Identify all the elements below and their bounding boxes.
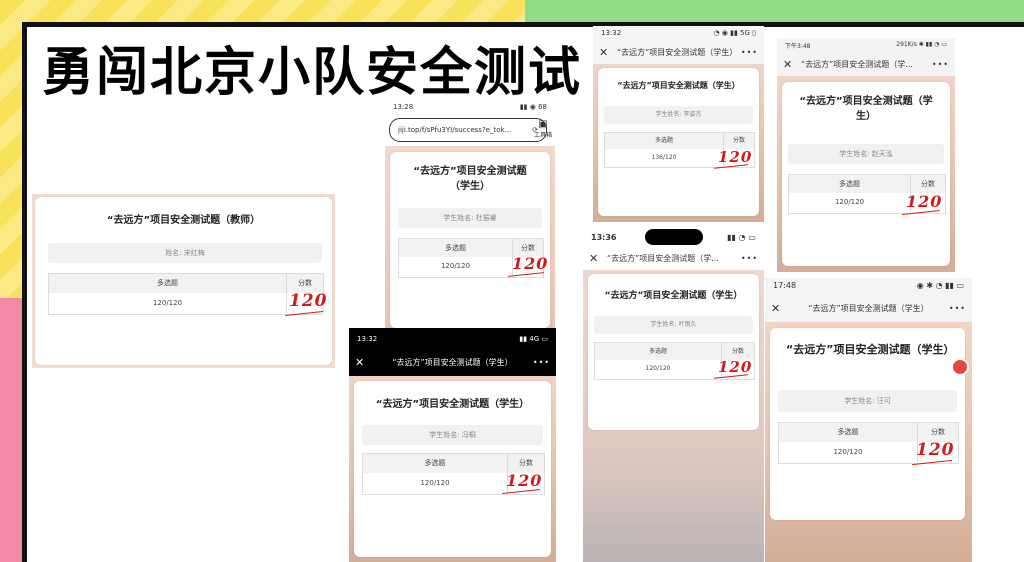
status-bar: 13:32 ▮▮ 4G ▭ <box>349 332 556 352</box>
row-value: 120/120 <box>833 448 863 456</box>
pink-band <box>0 298 22 562</box>
nav-bar: ✕ “去远方”项目安全测试题（学... ••• <box>583 248 764 268</box>
close-icon[interactable]: ✕ <box>783 58 801 71</box>
green-band <box>525 0 1024 22</box>
card-title: “去远方”项目安全测试题（学生） <box>375 399 530 410</box>
handwritten-score: 120 <box>916 440 955 460</box>
col-multi-header: 多选题 <box>839 180 860 188</box>
handwritten-score: 120 <box>506 471 543 490</box>
status-bar: 13:28 ▮▮ ◉ 68 <box>385 100 555 120</box>
row-value: 120/120 <box>440 262 471 270</box>
card-title: “去远方”项目安全测试题（教师） <box>106 215 261 226</box>
nav-bar: ✕ “去远方”项目安全测试题（学生） ••• <box>349 352 556 372</box>
status-time: 下午3:48 <box>785 43 811 50</box>
result-card: “去远方”项目安全测试题（学生） 学生姓名: 杜振睿 多选题 分数 120/12… <box>390 152 550 328</box>
col-multi-header: 多选题 <box>445 244 466 252</box>
url-bar[interactable]: jiji.top/f/sPfu3YI/success?e_tok... ⟳ <box>389 118 547 142</box>
name-field: 学生姓名: 赵天泓 <box>788 144 944 164</box>
card-title: “去远方”项目安全测试题（学生） <box>617 81 740 90</box>
status-icons: 291K/s ✱ ▮▮ ◔ ▭ <box>896 41 947 48</box>
card-title: “去远方”项目安全测试题（学生） <box>799 96 933 122</box>
close-icon[interactable]: ✕ <box>589 252 607 265</box>
screenshot-student-5: 下午3:48 291K/s ✱ ▮▮ ◔ ▭ ✕ “去远方”项目安全测试题（学.… <box>777 38 955 272</box>
name-field: 姓名: 宋红梅 <box>48 243 322 263</box>
status-time: 13:28 <box>393 103 414 111</box>
row-value: 120/120 <box>645 365 671 372</box>
dynamic-island <box>645 229 703 245</box>
col-multi-header: 多选题 <box>654 137 673 144</box>
more-icon[interactable]: ••• <box>740 254 758 263</box>
close-icon[interactable]: ✕ <box>771 302 789 315</box>
status-time: 13:32 <box>601 29 622 37</box>
row-value: 120/120 <box>152 299 183 307</box>
card-title: “去远方”项目安全测试题（学生） <box>413 166 527 192</box>
screenshot-student-2: 13:32 ▮▮ 4G ▭ ✕ “去远方”项目安全测试题（学生） ••• “去远… <box>349 328 556 562</box>
nav-bar: ✕ “去远方”项目安全测试题（学生） ••• <box>765 298 972 318</box>
col-score-header: 分数 <box>910 175 945 193</box>
name-field: 学生姓名: 杜振睿 <box>398 208 542 228</box>
url-text: jiji.top/f/sPfu3YI/success?e_tok... <box>398 126 512 134</box>
nav-title: “去远方”项目安全测试题（学生） <box>392 357 513 367</box>
nav-title: “去远方”项目安全测试题（学... <box>801 59 913 69</box>
name-field: 学生姓名: 李姿杰 <box>604 106 753 124</box>
status-time: 13:32 <box>357 335 378 343</box>
name-field: 学生姓名: 叶雨久 <box>594 316 753 334</box>
screenshot-student-3: 13:32 ◔ ◉ ▮▮ 5G ▯ ✕ “去远方”项目安全测试题（学生） •••… <box>593 26 764 222</box>
status-icons: ▮▮ ◔ ▭ <box>727 233 756 242</box>
close-icon[interactable]: ✕ <box>599 46 617 59</box>
screenshot-student-4: 13:36 ▮▮ ◔ ▭ ✕ “去远方”项目安全测试题（学... ••• “去远… <box>583 226 764 562</box>
handwritten-score: 120 <box>906 192 943 211</box>
status-time: 13:36 <box>591 233 617 242</box>
nav-title: “去远方”项目安全测试题（学... <box>607 253 719 263</box>
row-value: 120/120 <box>420 479 450 487</box>
col-multi-header: 多选题 <box>648 348 667 355</box>
col-multi-header: 多选题 <box>424 459 446 467</box>
score-table: 多选题 分数 120/120 <box>48 273 324 315</box>
row-value: 136/120 <box>651 154 677 161</box>
handwritten-score: 120 <box>512 254 549 273</box>
name-field: 学生姓名: 汪可 <box>778 390 957 412</box>
screenshot-teacher: “去远方”项目安全测试题（教师） 姓名: 宋红梅 多选题 分数 120/120 … <box>32 194 335 368</box>
row-value: 120/120 <box>834 198 865 206</box>
status-icons: ◉ ✱ ◔ ▮▮ ▭ <box>916 281 964 290</box>
toolbox-button[interactable]: ▣ 工具箱 <box>533 119 553 139</box>
result-card: “去远方”项目安全测试题（学生） 学生姓名: 冯桐 多选题 分数 120/120… <box>354 381 551 557</box>
status-icons: ◔ ◉ ▮▮ 5G ▯ <box>713 29 756 37</box>
result-card: “去远方”项目安全测试题（学生） 学生姓名: 汪可 多选题 分数 120/120… <box>770 328 965 520</box>
more-icon[interactable]: ••• <box>532 358 550 367</box>
nav-title: “去远方”项目安全测试题（学生） <box>617 47 738 57</box>
result-card: “去远方”项目安全测试题（学生） 学生姓名: 叶雨久 多选题 分数 120/12… <box>588 274 759 430</box>
nav-bar: ✕ “去远方”项目安全测试题（学生） ••• <box>593 42 764 62</box>
more-icon[interactable]: ••• <box>740 48 758 57</box>
more-icon[interactable]: ••• <box>931 60 949 69</box>
toolbox-icon: ▣ <box>538 119 548 130</box>
page-headline: 勇闯北京小队安全测试 <box>42 43 583 103</box>
status-icons: ▮▮ ◉ 68 <box>519 103 547 111</box>
screenshot-student-1: 13:28 ▮▮ ◉ 68 jiji.top/f/sPfu3YI/success… <box>385 100 555 328</box>
close-icon[interactable]: ✕ <box>355 356 373 369</box>
more-icon[interactable]: ••• <box>948 304 966 313</box>
floating-avatar[interactable] <box>951 358 969 376</box>
col-multi-header: 多选题 <box>837 428 859 436</box>
toolbox-label: 工具箱 <box>533 132 552 139</box>
card-title: “去远方”项目安全测试题（学生） <box>604 291 743 301</box>
name-field: 学生姓名: 冯桐 <box>362 425 543 445</box>
screenshot-student-6: 17:48 ◉ ✱ ◔ ▮▮ ▭ ✕ “去远方”项目安全测试题（学生） ••• … <box>765 278 972 562</box>
col-score-header: 分数 <box>723 133 754 149</box>
status-bar: 17:48 ◉ ✱ ◔ ▮▮ ▭ <box>765 278 972 298</box>
nav-title: “去远方”项目安全测试题（学生） <box>808 303 929 313</box>
card-title: “去远方”项目安全测试题（学生） <box>786 343 955 356</box>
result-card: “去远方”项目安全测试题（学生） 学生姓名: 李姿杰 多选题 分数 136/12… <box>598 68 759 216</box>
status-time: 17:48 <box>773 281 797 290</box>
col-multi-header: 多选题 <box>157 279 178 287</box>
result-card: “去远方”项目安全测试题（教师） 姓名: 宋红梅 多选题 分数 120/120 … <box>35 197 332 365</box>
result-card: “去远方”项目安全测试题（学生） 学生姓名: 赵天泓 多选题 分数 120/12… <box>782 82 950 266</box>
handwritten-score: 120 <box>289 291 328 311</box>
nav-bar: ✕ “去远方”项目安全测试题（学... ••• <box>777 54 955 74</box>
status-icons: ▮▮ 4G ▭ <box>519 335 548 343</box>
